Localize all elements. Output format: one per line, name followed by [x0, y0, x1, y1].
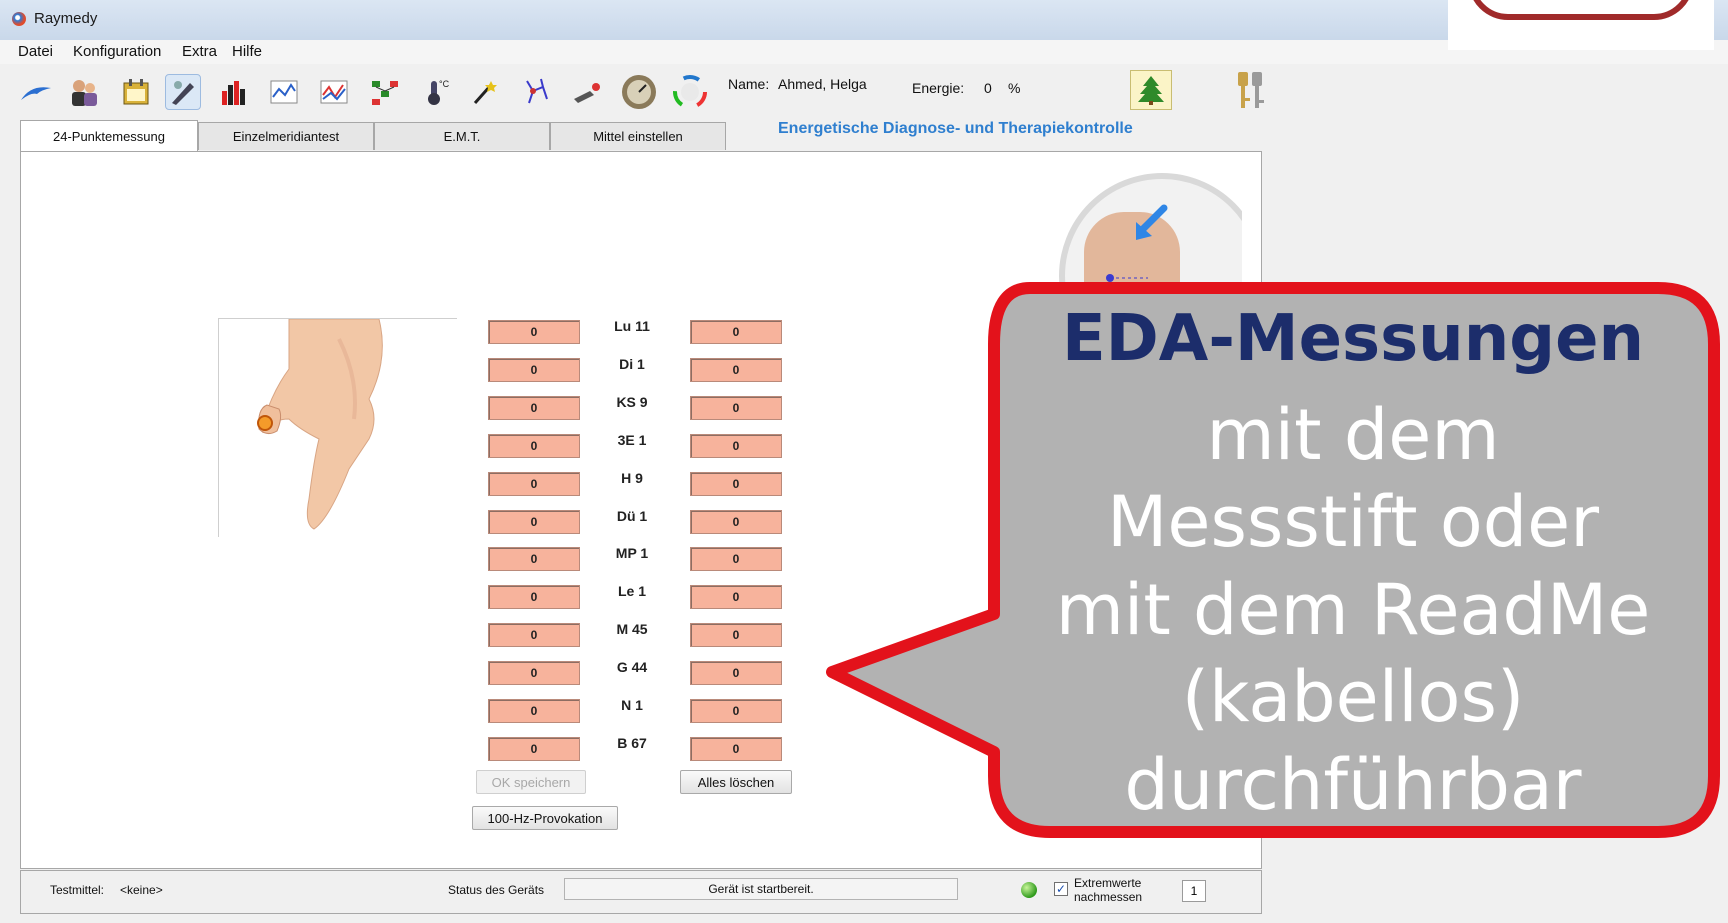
callout-line: Messstift oder — [1107, 481, 1599, 563]
callout-line: mit dem — [1206, 394, 1500, 476]
callout-line: durchführbar — [1124, 744, 1582, 826]
callout-title: EDA-Messungen — [1061, 302, 1645, 376]
callout-line: mit dem ReadMe — [1055, 569, 1651, 651]
app-window: Raymedy Datei Konfiguration Extra Hilfe … — [0, 0, 1728, 923]
callout-line: (kabellos) — [1181, 656, 1525, 738]
